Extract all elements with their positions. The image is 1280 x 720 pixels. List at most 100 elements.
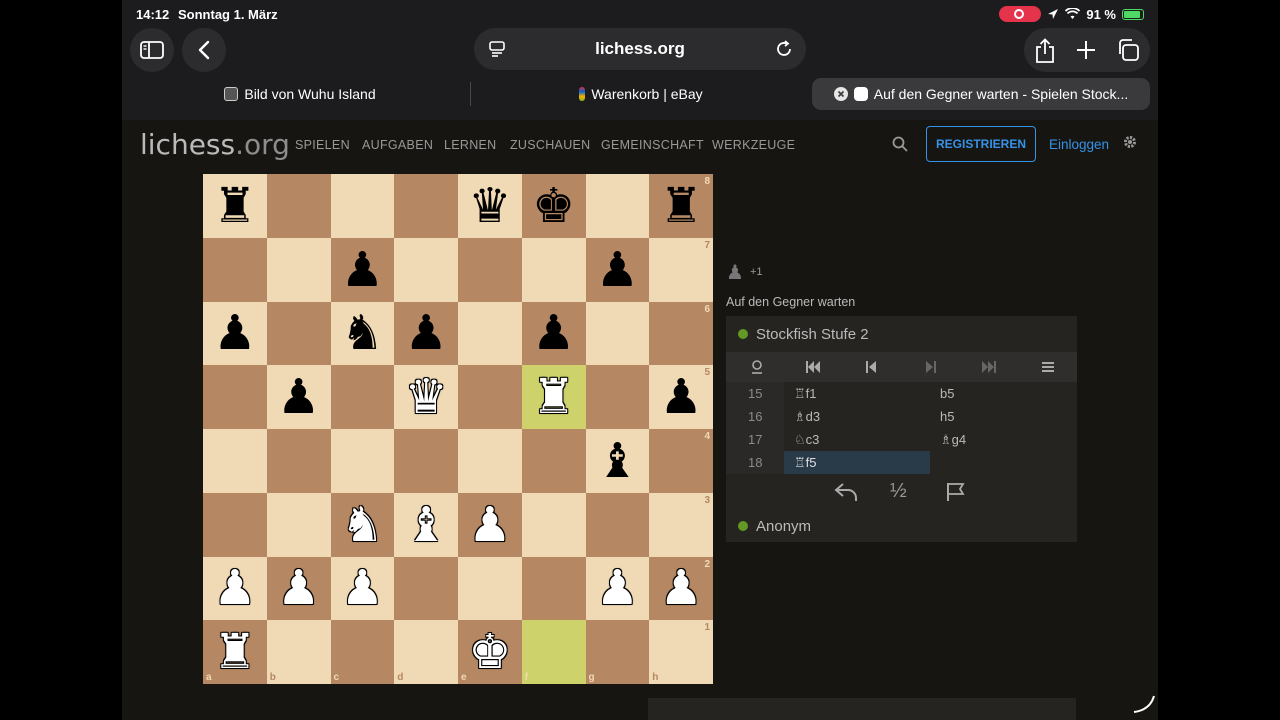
close-tab-icon[interactable]	[833, 87, 848, 101]
white-move[interactable]: ♖f1	[784, 382, 930, 405]
tab-ebay[interactable]: Warenkorb | eBay	[471, 78, 811, 110]
square-h5[interactable]: ♟ 5	[649, 365, 713, 429]
site-logo[interactable]: lichess.org	[140, 128, 290, 161]
nav-learn[interactable]: LERNEN	[444, 138, 497, 152]
square-e8[interactable]: ♛	[458, 174, 522, 238]
square-h7[interactable]: 7	[649, 237, 713, 302]
black-rook-icon[interactable]: ♜	[213, 182, 256, 230]
white-pawn-icon[interactable]: ♟	[660, 564, 703, 612]
square-f8[interactable]: ♚	[521, 174, 586, 238]
opponent-name[interactable]: Stockfish Stufe 2	[756, 326, 869, 343]
black-move[interactable]	[930, 451, 1077, 474]
square-f3[interactable]	[521, 492, 586, 557]
square-b6[interactable]	[266, 301, 331, 366]
nav-watch[interactable]: ZUSCHAUEN	[510, 138, 590, 152]
login-link[interactable]: Einloggen	[1049, 137, 1109, 152]
square-e5[interactable]	[458, 365, 522, 429]
square-h1[interactable]: 1h	[649, 620, 713, 684]
square-h8[interactable]: ♜ 8	[649, 174, 713, 238]
white-pawn-icon[interactable]: ♟	[213, 564, 256, 612]
square-a3[interactable]	[203, 492, 267, 557]
black-king-icon[interactable]: ♚	[532, 182, 575, 230]
square-c6[interactable]: ♞	[330, 301, 395, 366]
square-d5[interactable]: ♛	[394, 365, 458, 429]
white-queen-icon[interactable]: ♛	[405, 373, 448, 421]
analysis-icon[interactable]	[750, 359, 764, 375]
square-d8[interactable]	[394, 174, 458, 238]
last-move-icon[interactable]	[982, 361, 996, 373]
white-pawn-icon[interactable]: ♟	[277, 564, 320, 612]
black-pawn-icon[interactable]: ♟	[213, 309, 256, 357]
square-c7[interactable]: ♟	[330, 237, 395, 302]
white-knight-icon[interactable]: ♞	[341, 501, 384, 549]
square-d6[interactable]: ♟	[394, 301, 458, 366]
black-pawn-icon[interactable]: ♟	[405, 309, 448, 357]
black-pawn-icon[interactable]: ♟	[532, 309, 575, 357]
search-icon[interactable]	[892, 136, 908, 152]
square-b7[interactable]	[266, 237, 331, 302]
square-e3[interactable]: ♟	[458, 492, 522, 557]
black-knight-icon[interactable]: ♞	[341, 309, 384, 357]
back-button[interactable]	[182, 28, 226, 72]
square-d7[interactable]	[394, 237, 458, 302]
square-d3[interactable]: ♝	[394, 492, 458, 557]
square-c8[interactable]	[330, 174, 395, 238]
gear-icon[interactable]	[1122, 134, 1138, 150]
white-pawn-icon[interactable]: ♟	[596, 564, 639, 612]
chess-board[interactable]: ♜ ♛ ♚ ♜ 8 ♟ ♟ 7 ♟ ♞ ♟ ♟ 6 ♟ ♛ ♜ ♟ 5 ♝ 4 ♞ ♝ ♟ 3 ♟ ♟ ♟ ♟ ♟ 2 ♜ a b c d ♚ e f g 1…	[203, 174, 713, 684]
hamburger-menu-icon[interactable]	[1042, 361, 1054, 373]
prev-move-icon[interactable]	[866, 361, 876, 373]
square-b1[interactable]: b	[266, 620, 331, 684]
square-a4[interactable]	[203, 429, 267, 493]
first-move-icon[interactable]	[806, 361, 820, 373]
tab-wuhu[interactable]: Bild von Wuhu Island	[130, 78, 470, 110]
takeback-icon[interactable]	[834, 482, 858, 502]
white-rook-icon[interactable]: ♜	[213, 628, 256, 676]
square-d1[interactable]: d	[394, 620, 458, 684]
nav-community[interactable]: GEMEINSCHAFT	[601, 138, 704, 152]
next-move-icon[interactable]	[926, 361, 936, 373]
square-a2[interactable]: ♟	[203, 556, 267, 621]
register-button[interactable]: REGISTRIEREN	[926, 126, 1036, 162]
nav-tools[interactable]: WERKZEUGE	[712, 138, 795, 152]
square-b4[interactable]	[266, 429, 331, 493]
square-c4[interactable]	[330, 429, 395, 493]
black-move[interactable]: b5	[930, 382, 1077, 405]
square-g6[interactable]	[585, 301, 650, 366]
resign-flag-icon[interactable]	[946, 482, 966, 502]
square-d4[interactable]	[394, 429, 458, 493]
white-move[interactable]: ♖f5	[784, 451, 930, 474]
black-pawn-icon[interactable]: ♟	[660, 373, 703, 421]
square-a8[interactable]: ♜	[203, 174, 267, 238]
square-e1[interactable]: ♚ e	[458, 620, 522, 684]
square-h3[interactable]: 3	[649, 492, 713, 557]
square-f1[interactable]: f	[521, 620, 586, 684]
square-g8[interactable]	[585, 174, 650, 238]
black-move[interactable]: h5	[930, 405, 1077, 428]
square-g1[interactable]: g	[585, 620, 650, 684]
black-pawn-icon[interactable]: ♟	[341, 246, 384, 294]
white-bishop-icon[interactable]: ♝	[405, 501, 448, 549]
square-e6[interactable]	[458, 301, 522, 366]
white-pawn-icon[interactable]: ♟	[468, 501, 511, 549]
square-g4[interactable]: ♝	[585, 429, 650, 493]
square-c1[interactable]: c	[330, 620, 395, 684]
reload-icon[interactable]	[774, 39, 794, 59]
square-c2[interactable]: ♟	[330, 556, 395, 621]
new-tab-icon[interactable]	[1076, 40, 1096, 60]
square-g7[interactable]: ♟	[585, 237, 650, 302]
white-move[interactable]: ♗d3	[784, 405, 930, 428]
sidebar-toggle-button[interactable]	[130, 28, 174, 72]
square-a5[interactable]	[203, 365, 267, 429]
black-pawn-icon[interactable]: ♟	[596, 246, 639, 294]
square-g5[interactable]	[585, 365, 650, 429]
page-menu-icon[interactable]	[488, 41, 506, 57]
share-icon[interactable]	[1034, 38, 1056, 64]
square-h6[interactable]: 6	[649, 301, 713, 366]
square-b5[interactable]: ♟	[266, 365, 331, 429]
square-d2[interactable]	[394, 556, 458, 621]
square-f5[interactable]: ♜	[521, 365, 586, 429]
nav-puzzles[interactable]: AUFGABEN	[362, 138, 433, 152]
black-bishop-icon[interactable]: ♝	[596, 437, 639, 485]
square-c3[interactable]: ♞	[330, 492, 395, 557]
